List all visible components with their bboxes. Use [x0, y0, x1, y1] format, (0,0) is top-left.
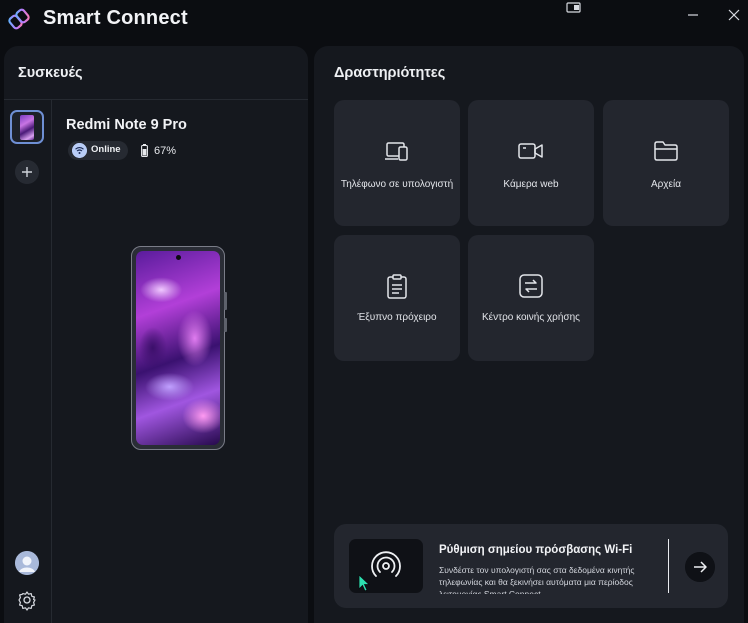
device-thumbnail-image — [20, 115, 34, 140]
arrow-right-icon[interactable] — [685, 552, 715, 582]
phone-wallpaper — [136, 251, 220, 445]
snap-layout-icon[interactable] — [566, 2, 582, 14]
tile-files[interactable]: Αρχεία — [603, 100, 729, 226]
close-icon[interactable] — [725, 6, 743, 24]
camera-hole — [176, 255, 181, 260]
tile-smart-clipboard[interactable]: Έξυπνο πρόχειρο — [334, 235, 460, 361]
app-title: Smart Connect — [43, 7, 188, 29]
video-camera-icon — [518, 143, 543, 159]
tile-phone-to-pc[interactable]: Τηλέφωνο σε υπολογιστή — [334, 100, 460, 226]
tile-label: Τηλέφωνο σε υπολογιστή — [340, 179, 454, 190]
phone-preview[interactable] — [131, 246, 225, 450]
minimize-icon[interactable] — [684, 6, 702, 24]
tile-label: Κέντρο κοινής χρήσης — [482, 312, 580, 323]
devices-header: Συσκευές — [4, 46, 308, 100]
device-name: Redmi Note 9 Pro — [66, 117, 187, 133]
title-bar: Smart Connect — [0, 0, 748, 40]
mouse-cursor-icon — [358, 574, 370, 592]
tile-share-hub[interactable]: Κέντρο κοινής χρήσης — [468, 235, 594, 361]
gear-icon[interactable] — [16, 589, 38, 611]
phone-to-pc-icon — [385, 142, 408, 161]
connection-status-badge: Online — [68, 141, 128, 160]
clipboard-icon — [387, 274, 407, 299]
activities-panel: Δραστηριότητες Τηλέφωνο σε υπολογιστή Κά… — [314, 46, 744, 623]
devices-panel: Συσκευές Redmi Note 9 Pro Online 67% — [4, 46, 308, 623]
wifi-hotspot-card[interactable]: Ρύθμιση σημείου πρόσβασης Wi-Fi Συνδέστε… — [334, 524, 728, 608]
phone-side-button — [224, 292, 227, 310]
hotspot-title: Ρύθμιση σημείου πρόσβασης Wi-Fi — [439, 544, 633, 556]
activities-title: Δραστηριότητες — [334, 65, 446, 81]
battery-icon — [141, 144, 148, 157]
smart-connect-logo-icon — [8, 8, 30, 30]
tile-label: Έξυπνο πρόχειρο — [357, 312, 437, 323]
divider — [668, 539, 669, 593]
battery-level: 67% — [154, 145, 177, 157]
device-rail — [4, 100, 52, 623]
devices-title: Συσκευές — [18, 65, 83, 81]
user-avatar-icon[interactable] — [15, 551, 39, 575]
tile-label: Κάμερα web — [503, 179, 559, 190]
connection-status-text: Online — [91, 144, 121, 155]
tile-label: Αρχεία — [650, 179, 682, 190]
hotspot-icon — [371, 551, 401, 577]
hotspot-description: Συνδέστε τον υπολογιστή σας στα δεδομένα… — [439, 565, 635, 594]
device-thumbnail-button[interactable] — [10, 110, 44, 144]
folder-icon — [654, 141, 678, 161]
phone-side-button — [224, 318, 227, 332]
tile-webcam[interactable]: Κάμερα web — [468, 100, 594, 226]
share-hub-icon — [519, 274, 543, 298]
plus-icon[interactable] — [15, 160, 39, 184]
wifi-icon — [72, 143, 87, 158]
